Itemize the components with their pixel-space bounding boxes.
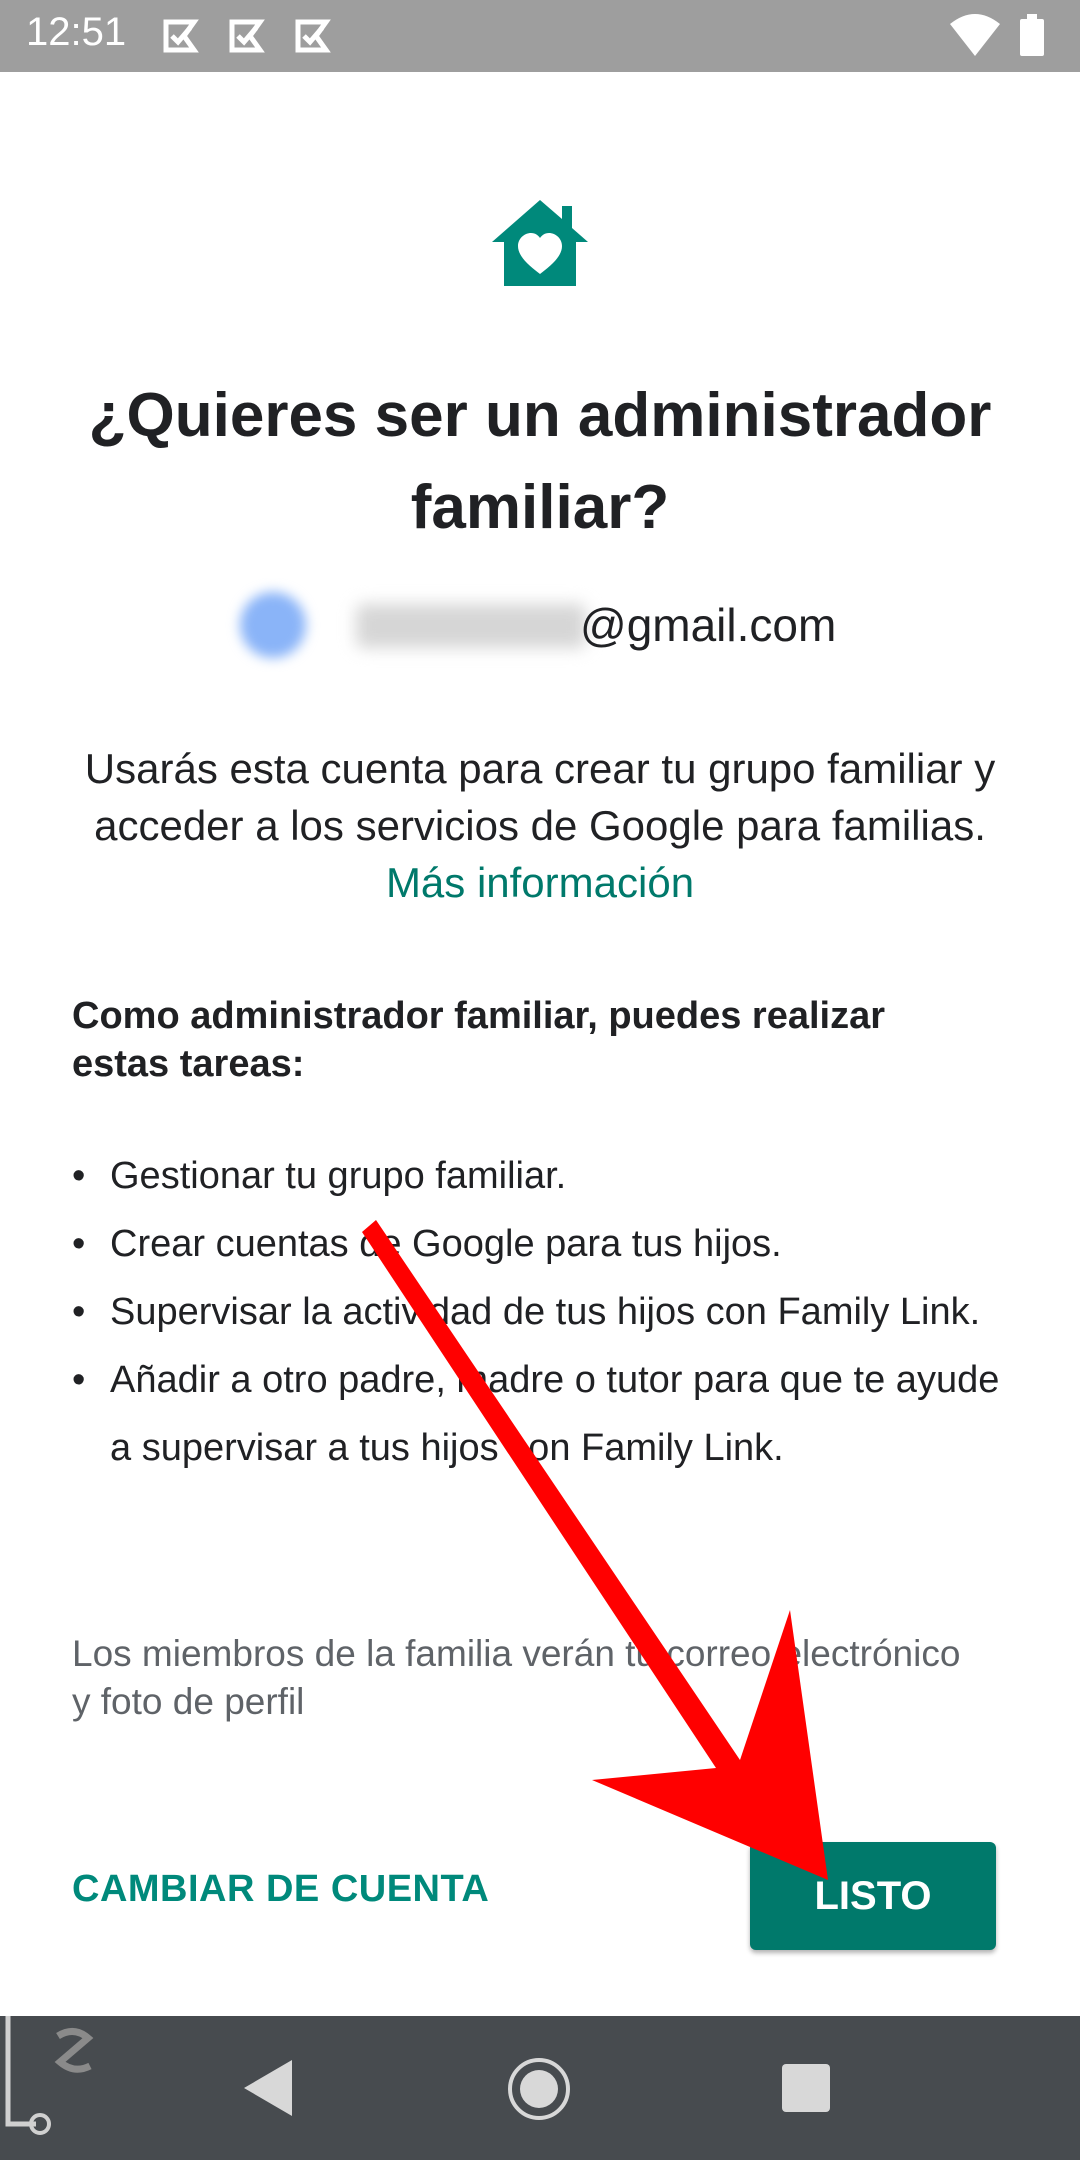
list-item: • Gestionar tu grupo familiar. — [72, 1142, 1012, 1210]
notification-icon — [295, 19, 331, 53]
back-icon[interactable] — [244, 2060, 294, 2116]
wifi-icon — [950, 14, 1000, 56]
task-text: Gestionar tu grupo familiar. — [110, 1155, 567, 1197]
home-icon[interactable] — [506, 2056, 572, 2122]
battery-icon — [1020, 14, 1044, 56]
task-text: Añadir a otro padre, madre o tutor para … — [110, 1359, 1000, 1469]
notification-icon — [229, 19, 265, 53]
done-button[interactable]: LISTO — [750, 1842, 996, 1950]
done-button-label: LISTO — [814, 1873, 932, 1918]
task-text: Crear cuentas de Google para tus hijos. — [110, 1223, 782, 1265]
more-info-link[interactable]: Más información — [386, 859, 694, 906]
notification-icon — [163, 19, 199, 53]
watermark-icon — [5, 2016, 94, 2135]
switch-account-button[interactable]: CAMBIAR DE CUENTA — [72, 1868, 489, 1911]
bullet: • — [72, 1155, 86, 1197]
account-row: @gmail.com — [0, 590, 1080, 670]
task-list: • Gestionar tu grupo familiar. • Crear cue… — [72, 1142, 1012, 1482]
list-item: • Crear cuentas de Google para tus hijos. — [72, 1210, 1012, 1278]
list-item: • Añadir a otro padre, madre o tutor para… — [72, 1346, 1012, 1482]
account-email: @gmail.com — [580, 599, 837, 651]
recents-icon[interactable] — [782, 2064, 830, 2112]
navigation-bar — [0, 2016, 1080, 2160]
tasks-heading: Como administrador familiar, puedes real… — [72, 995, 886, 1085]
footnote: Los miembros de la familia verán tu corr… — [72, 1633, 961, 1722]
page-title: ¿Quieres ser un administrador familiar? — [88, 381, 992, 542]
task-text: Supervisar la actividad de tus hijos con… — [110, 1291, 981, 1333]
bullet: • — [72, 1359, 86, 1401]
list-item: • Supervisar la actividad de tus hijos co… — [72, 1278, 1012, 1346]
status-bar: 12:51 — [0, 0, 1080, 72]
description: Usarás esta cuenta para crear tu grupo f… — [60, 740, 1020, 911]
status-time: 12:51 — [26, 10, 127, 54]
bullet: • — [72, 1223, 86, 1265]
family-home-icon — [492, 200, 588, 286]
email-redacted — [356, 604, 586, 648]
avatar — [240, 592, 306, 658]
description-text: Usarás esta cuenta para crear tu grupo f… — [84, 745, 996, 849]
bullet: • — [72, 1291, 86, 1333]
